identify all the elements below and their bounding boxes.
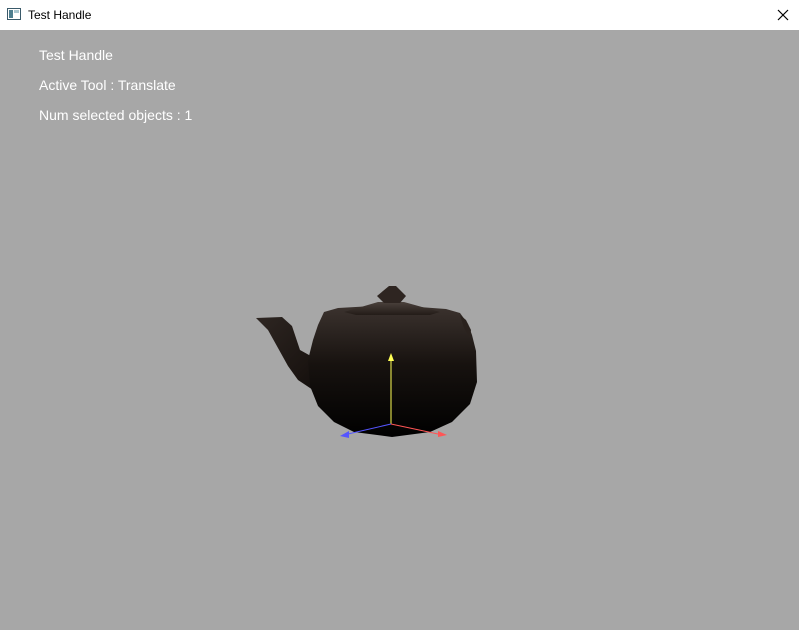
teapot-knob: [377, 286, 406, 303]
teapot-lid: [344, 302, 440, 315]
gizmo-z-arrow-icon[interactable]: [340, 431, 349, 438]
scene-canvas: [256, 286, 477, 438]
app-window: Test Handle Test Handle Active Tool : Tr…: [0, 0, 799, 630]
3d-viewport[interactable]: Test Handle Active Tool : Translate Num …: [0, 30, 799, 630]
title-bar[interactable]: Test Handle: [0, 0, 799, 30]
app-window-icon: [7, 8, 21, 20]
close-icon: [777, 9, 789, 21]
gizmo-x-arrow-icon[interactable]: [438, 431, 447, 437]
window-title: Test Handle: [28, 8, 92, 22]
close-button[interactable]: [767, 0, 799, 30]
teapot-body: [308, 305, 477, 437]
teapot-model[interactable]: [256, 286, 477, 437]
